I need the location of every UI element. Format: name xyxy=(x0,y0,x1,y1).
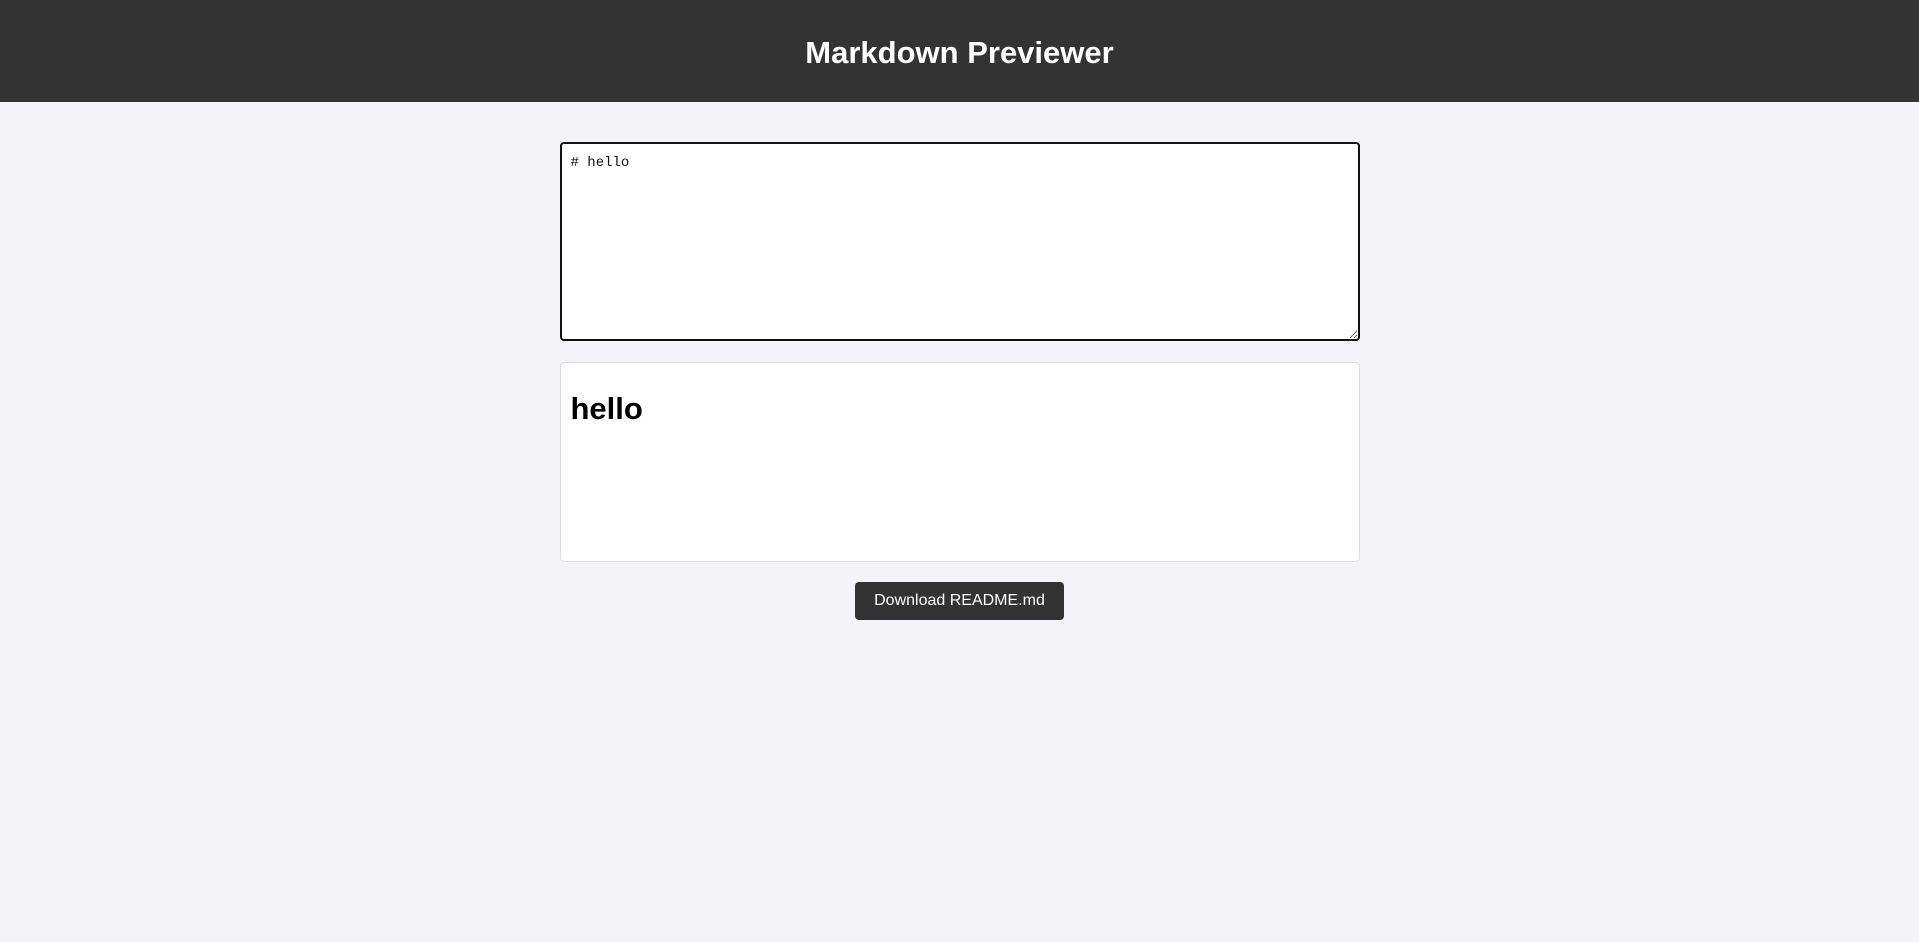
app-header: Markdown Previewer xyxy=(0,0,1919,102)
main-content: # hello hello Download README.md xyxy=(559,142,1360,620)
markdown-preview: hello xyxy=(559,362,1360,562)
app-title: Markdown Previewer xyxy=(805,34,1114,70)
markdown-editor[interactable]: # hello xyxy=(559,142,1360,341)
actions-bar: Download README.md xyxy=(560,582,1360,620)
download-readme-button[interactable]: Download README.md xyxy=(855,582,1064,620)
preview-heading: hello xyxy=(570,391,643,426)
